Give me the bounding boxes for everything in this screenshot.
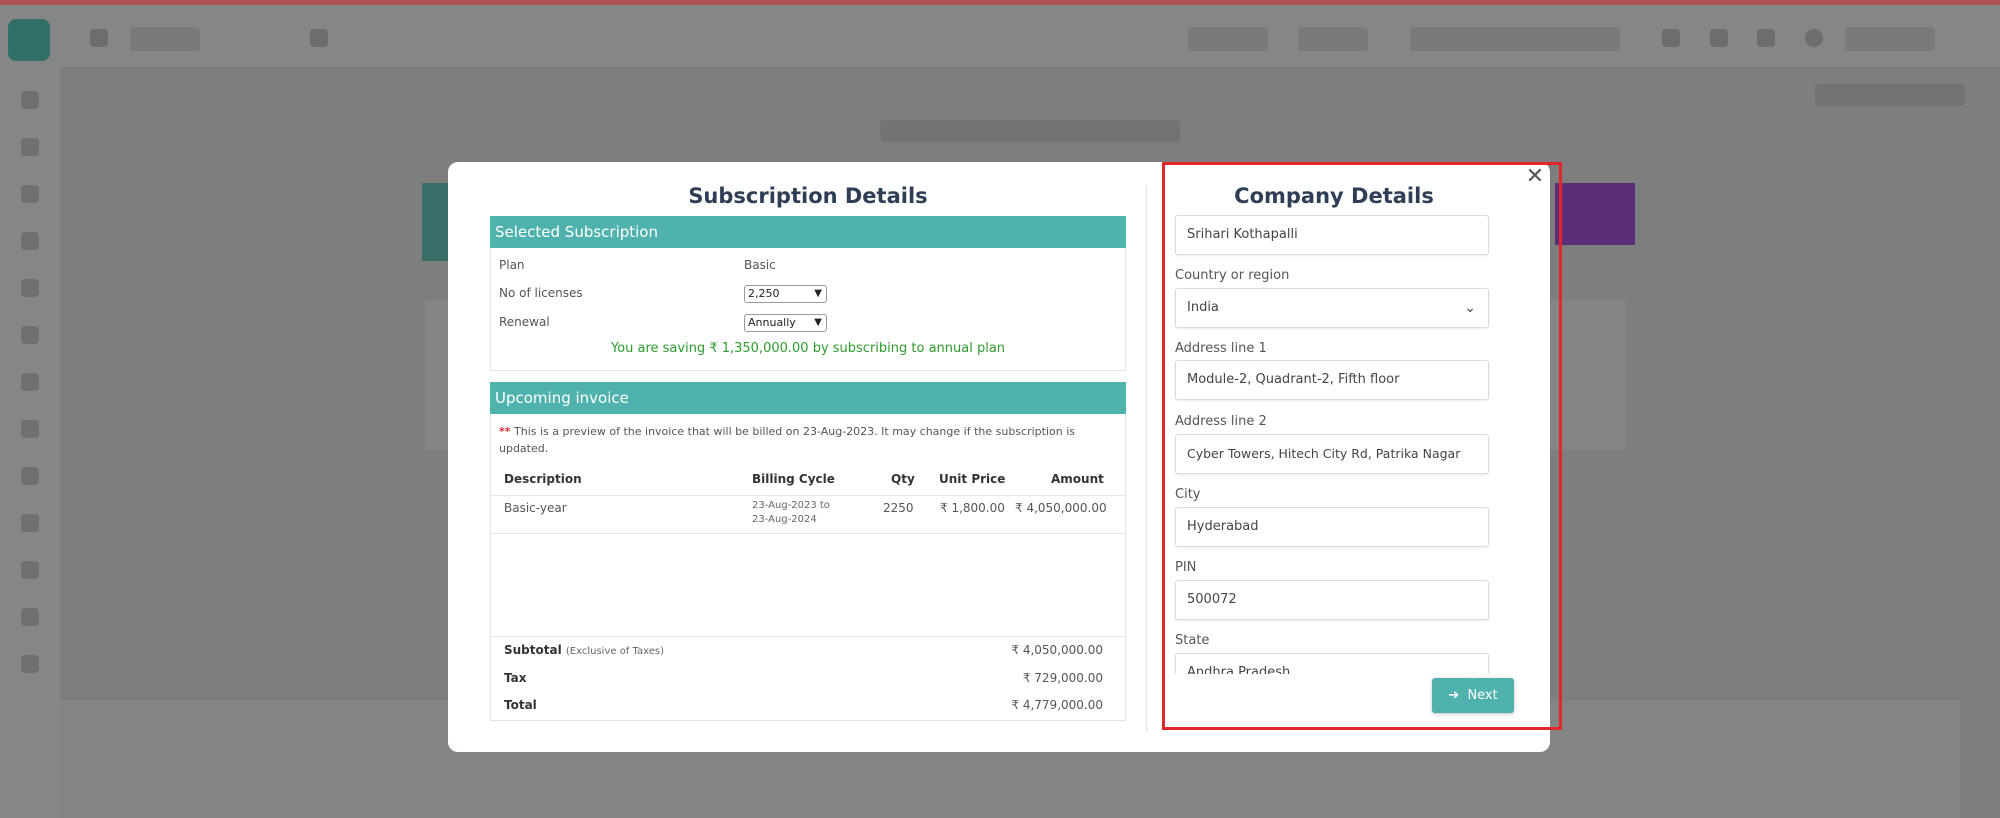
left-sidebar bbox=[0, 67, 60, 818]
background-banner-right bbox=[1555, 183, 1635, 245]
subscription-details-title: Subscription Details bbox=[688, 184, 928, 208]
row-billing-cycle: 23-Aug-2023 to 23-Aug-2024 bbox=[752, 499, 830, 527]
notification-icon[interactable] bbox=[1662, 29, 1680, 47]
col-description: Description bbox=[504, 472, 582, 486]
row-description: Basic-year bbox=[504, 501, 567, 515]
panel-divider bbox=[1146, 186, 1147, 732]
plan-value: Basic bbox=[744, 258, 776, 272]
tax-label: Tax bbox=[504, 671, 527, 685]
menu-icon[interactable] bbox=[90, 29, 108, 47]
help-icon[interactable] bbox=[1710, 29, 1728, 47]
renewal-select[interactable]: Annually ▼ bbox=[744, 314, 827, 332]
licenses-select[interactable]: 2,250 ▼ bbox=[744, 285, 827, 303]
background-page-title bbox=[880, 120, 1180, 142]
header-pill-1[interactable] bbox=[1188, 27, 1268, 51]
settings-icon[interactable] bbox=[1757, 29, 1775, 47]
col-amount: Amount bbox=[1051, 472, 1104, 486]
subtotal-label: Subtotal (Exclusive of Taxes) bbox=[504, 643, 664, 657]
company-details-highlight bbox=[1162, 162, 1562, 730]
chevron-down-icon: ▼ bbox=[814, 317, 822, 328]
nav-icon-8[interactable] bbox=[21, 420, 39, 438]
total-label: Total bbox=[504, 698, 537, 712]
renewal-label: Renewal bbox=[499, 315, 550, 329]
avatar[interactable] bbox=[1805, 29, 1823, 47]
nav-icon-12[interactable] bbox=[21, 608, 39, 626]
licenses-label: No of licenses bbox=[499, 286, 583, 300]
subtotal-value: ₹ 4,050,000.00 bbox=[1011, 643, 1103, 657]
note-asterisk: ** bbox=[499, 425, 511, 438]
background-action bbox=[1815, 84, 1965, 106]
nav-home-icon[interactable] bbox=[21, 91, 39, 109]
cycle-to: 23-Aug-2024 bbox=[752, 514, 817, 525]
nav-icon-3[interactable] bbox=[21, 185, 39, 203]
saving-message: You are saving ₹ 1,350,000.00 by subscri… bbox=[610, 341, 1006, 356]
nav-icon-10[interactable] bbox=[21, 514, 39, 532]
chevron-down-icon: ▼ bbox=[814, 288, 822, 299]
col-qty: Qty bbox=[891, 472, 915, 486]
nav-icon-9[interactable] bbox=[21, 467, 39, 485]
row-amount: ₹ 4,050,000.00 bbox=[1015, 501, 1107, 515]
search-icon[interactable] bbox=[310, 29, 328, 47]
col-unit-price: Unit Price bbox=[939, 472, 1006, 486]
row-unit-price: ₹ 1,800.00 bbox=[940, 501, 1005, 515]
row-qty: 2250 bbox=[883, 501, 914, 515]
app-header bbox=[0, 5, 2000, 67]
nav-icon-7[interactable] bbox=[21, 373, 39, 391]
invoice-preview-note: ** This is a preview of the invoice that… bbox=[499, 423, 1099, 457]
total-value: ₹ 4,779,000.00 bbox=[1011, 698, 1103, 712]
nav-icon-4[interactable] bbox=[21, 232, 39, 250]
subtotal-note: (Exclusive of Taxes) bbox=[565, 646, 664, 657]
licenses-select-value: 2,250 bbox=[748, 287, 780, 300]
app-logo[interactable] bbox=[8, 19, 50, 61]
table-row-divider bbox=[491, 533, 1125, 534]
plan-label: Plan bbox=[499, 258, 525, 272]
upcoming-invoice-heading: Upcoming invoice bbox=[490, 382, 1126, 414]
user-menu[interactable] bbox=[1845, 27, 1935, 51]
selected-subscription-heading: Selected Subscription bbox=[490, 216, 1126, 248]
renewal-select-value: Annually bbox=[748, 316, 796, 329]
nav-icon-13[interactable] bbox=[21, 655, 39, 673]
note-text: This is a preview of the invoice that wi… bbox=[499, 425, 1075, 455]
tax-value: ₹ 729,000.00 bbox=[1022, 671, 1103, 685]
header-link[interactable] bbox=[130, 27, 200, 51]
totals-divider bbox=[491, 636, 1125, 637]
nav-icon-2[interactable] bbox=[21, 138, 39, 156]
header-pill-3[interactable] bbox=[1410, 27, 1620, 51]
nav-icon-6[interactable] bbox=[21, 326, 39, 344]
table-header-divider bbox=[491, 495, 1125, 496]
cycle-from: 23-Aug-2023 to bbox=[752, 500, 830, 511]
subtotal-text: Subtotal bbox=[504, 643, 562, 657]
nav-icon-5[interactable] bbox=[21, 279, 39, 297]
header-pill-2[interactable] bbox=[1298, 27, 1368, 51]
col-billing-cycle: Billing Cycle bbox=[752, 472, 835, 486]
nav-icon-11[interactable] bbox=[21, 561, 39, 579]
